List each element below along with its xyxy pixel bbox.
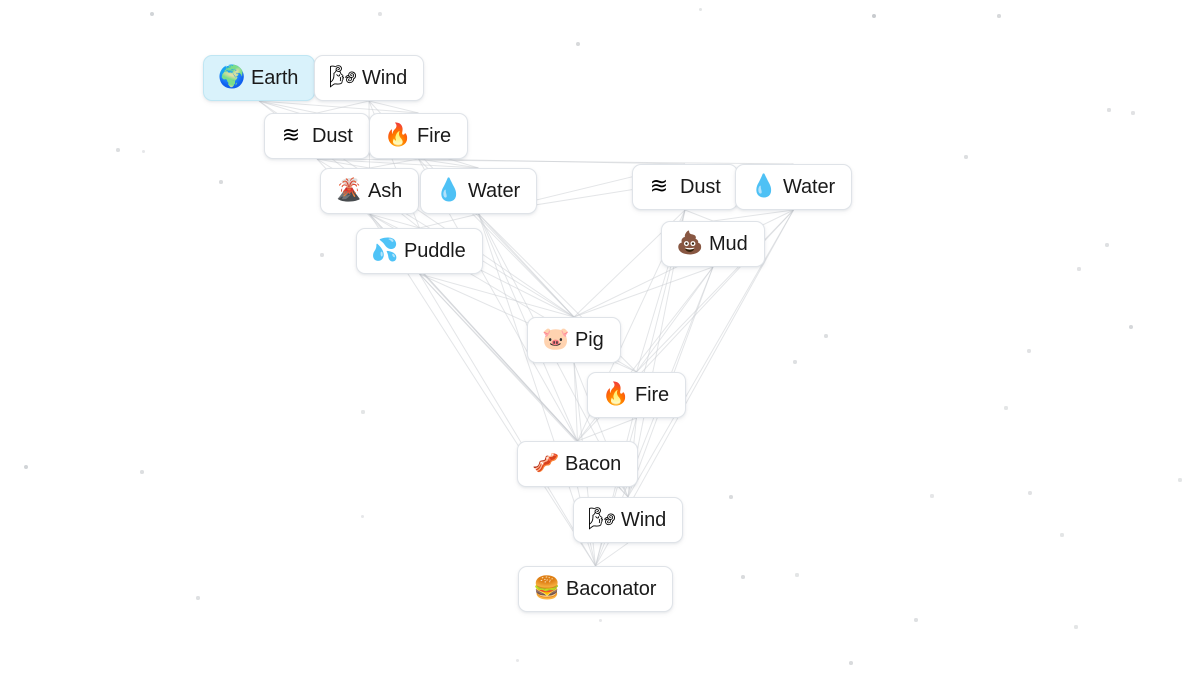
dust-icon: ≋ xyxy=(281,123,301,148)
water-icon: 💧 xyxy=(435,178,463,203)
recipe-node-label: Water xyxy=(468,180,521,202)
water-icon: 💧 xyxy=(750,174,778,199)
pig-icon: 🐷 xyxy=(542,327,570,352)
fire-icon: 🔥 xyxy=(602,382,630,407)
recipe-node-label: Fire xyxy=(417,125,452,147)
earth-icon: 🌍 xyxy=(218,65,246,90)
recipe-node-label: Dust xyxy=(312,125,353,147)
recipe-node-dust2[interactable]: ≋ Dust xyxy=(632,164,738,210)
recipe-node-label: Bacon xyxy=(565,453,622,475)
bacon-icon: 🥓 xyxy=(532,451,560,476)
dust-icon: ≋ xyxy=(649,174,669,199)
recipe-node-puddle[interactable]: 💦 Puddle xyxy=(356,228,483,274)
recipe-node-dust1[interactable]: ≋ Dust xyxy=(264,113,370,159)
recipe-node-bacon[interactable]: 🥓 Bacon xyxy=(517,441,639,487)
recipe-node-label: Water xyxy=(783,176,836,198)
recipe-node-label: Pig xyxy=(575,329,604,351)
recipe-node-label: Mud xyxy=(709,233,748,255)
recipe-node-water2[interactable]: 💧 Water xyxy=(735,164,853,210)
recipe-node-label: Baconator xyxy=(566,578,657,600)
recipe-node-label: Earth xyxy=(251,67,299,89)
recipe-node-water1[interactable]: 💧 Water xyxy=(420,168,538,214)
recipe-node-label: Ash xyxy=(368,180,403,202)
recipe-node-target[interactable]: 🍔 Baconator xyxy=(518,566,674,612)
volcano-icon: 🌋 xyxy=(335,178,363,203)
droplets-icon: 💦 xyxy=(371,238,399,263)
recipe-node-wind1[interactable]: 🌬 Wind xyxy=(314,55,425,101)
fire-icon: 🔥 xyxy=(384,123,412,148)
wind-icon: 🌬 xyxy=(329,65,357,90)
recipe-node-label: Puddle xyxy=(404,240,466,262)
recipe-node-wind2[interactable]: 🌬 Wind xyxy=(573,497,684,543)
recipe-node-fire2[interactable]: 🔥 Fire xyxy=(587,372,687,418)
recipe-node-pig[interactable]: 🐷 Pig xyxy=(527,317,621,363)
crafting-tree-canvas[interactable]: 🌍 Earth 🌬 Wind ≋ Dust 🔥 Fire 🌋 Ash 💧 Water 💦 Puddle ≋ D… xyxy=(0,0,1200,675)
recipe-node-earth[interactable]: 🌍 Earth xyxy=(203,55,316,101)
recipe-node-fire1[interactable]: 🔥 Fire xyxy=(369,113,469,159)
recipe-nodes: 🌍 Earth 🌬 Wind ≋ Dust 🔥 Fire 🌋 Ash 💧 Water 💦 Puddle ≋ D… xyxy=(0,0,1200,675)
recipe-node-label: Wind xyxy=(362,67,408,89)
recipe-node-label: Dust xyxy=(680,176,721,198)
recipe-node-label: Wind xyxy=(621,509,667,531)
recipe-node-mud[interactable]: 💩 Mud xyxy=(661,221,765,267)
mud-icon: 💩 xyxy=(676,231,704,256)
wind-icon: 🌬 xyxy=(588,507,616,532)
recipe-node-ash[interactable]: 🌋 Ash xyxy=(320,168,420,214)
recipe-node-label: Fire xyxy=(635,384,670,406)
burger-icon: 🍔 xyxy=(533,576,561,601)
